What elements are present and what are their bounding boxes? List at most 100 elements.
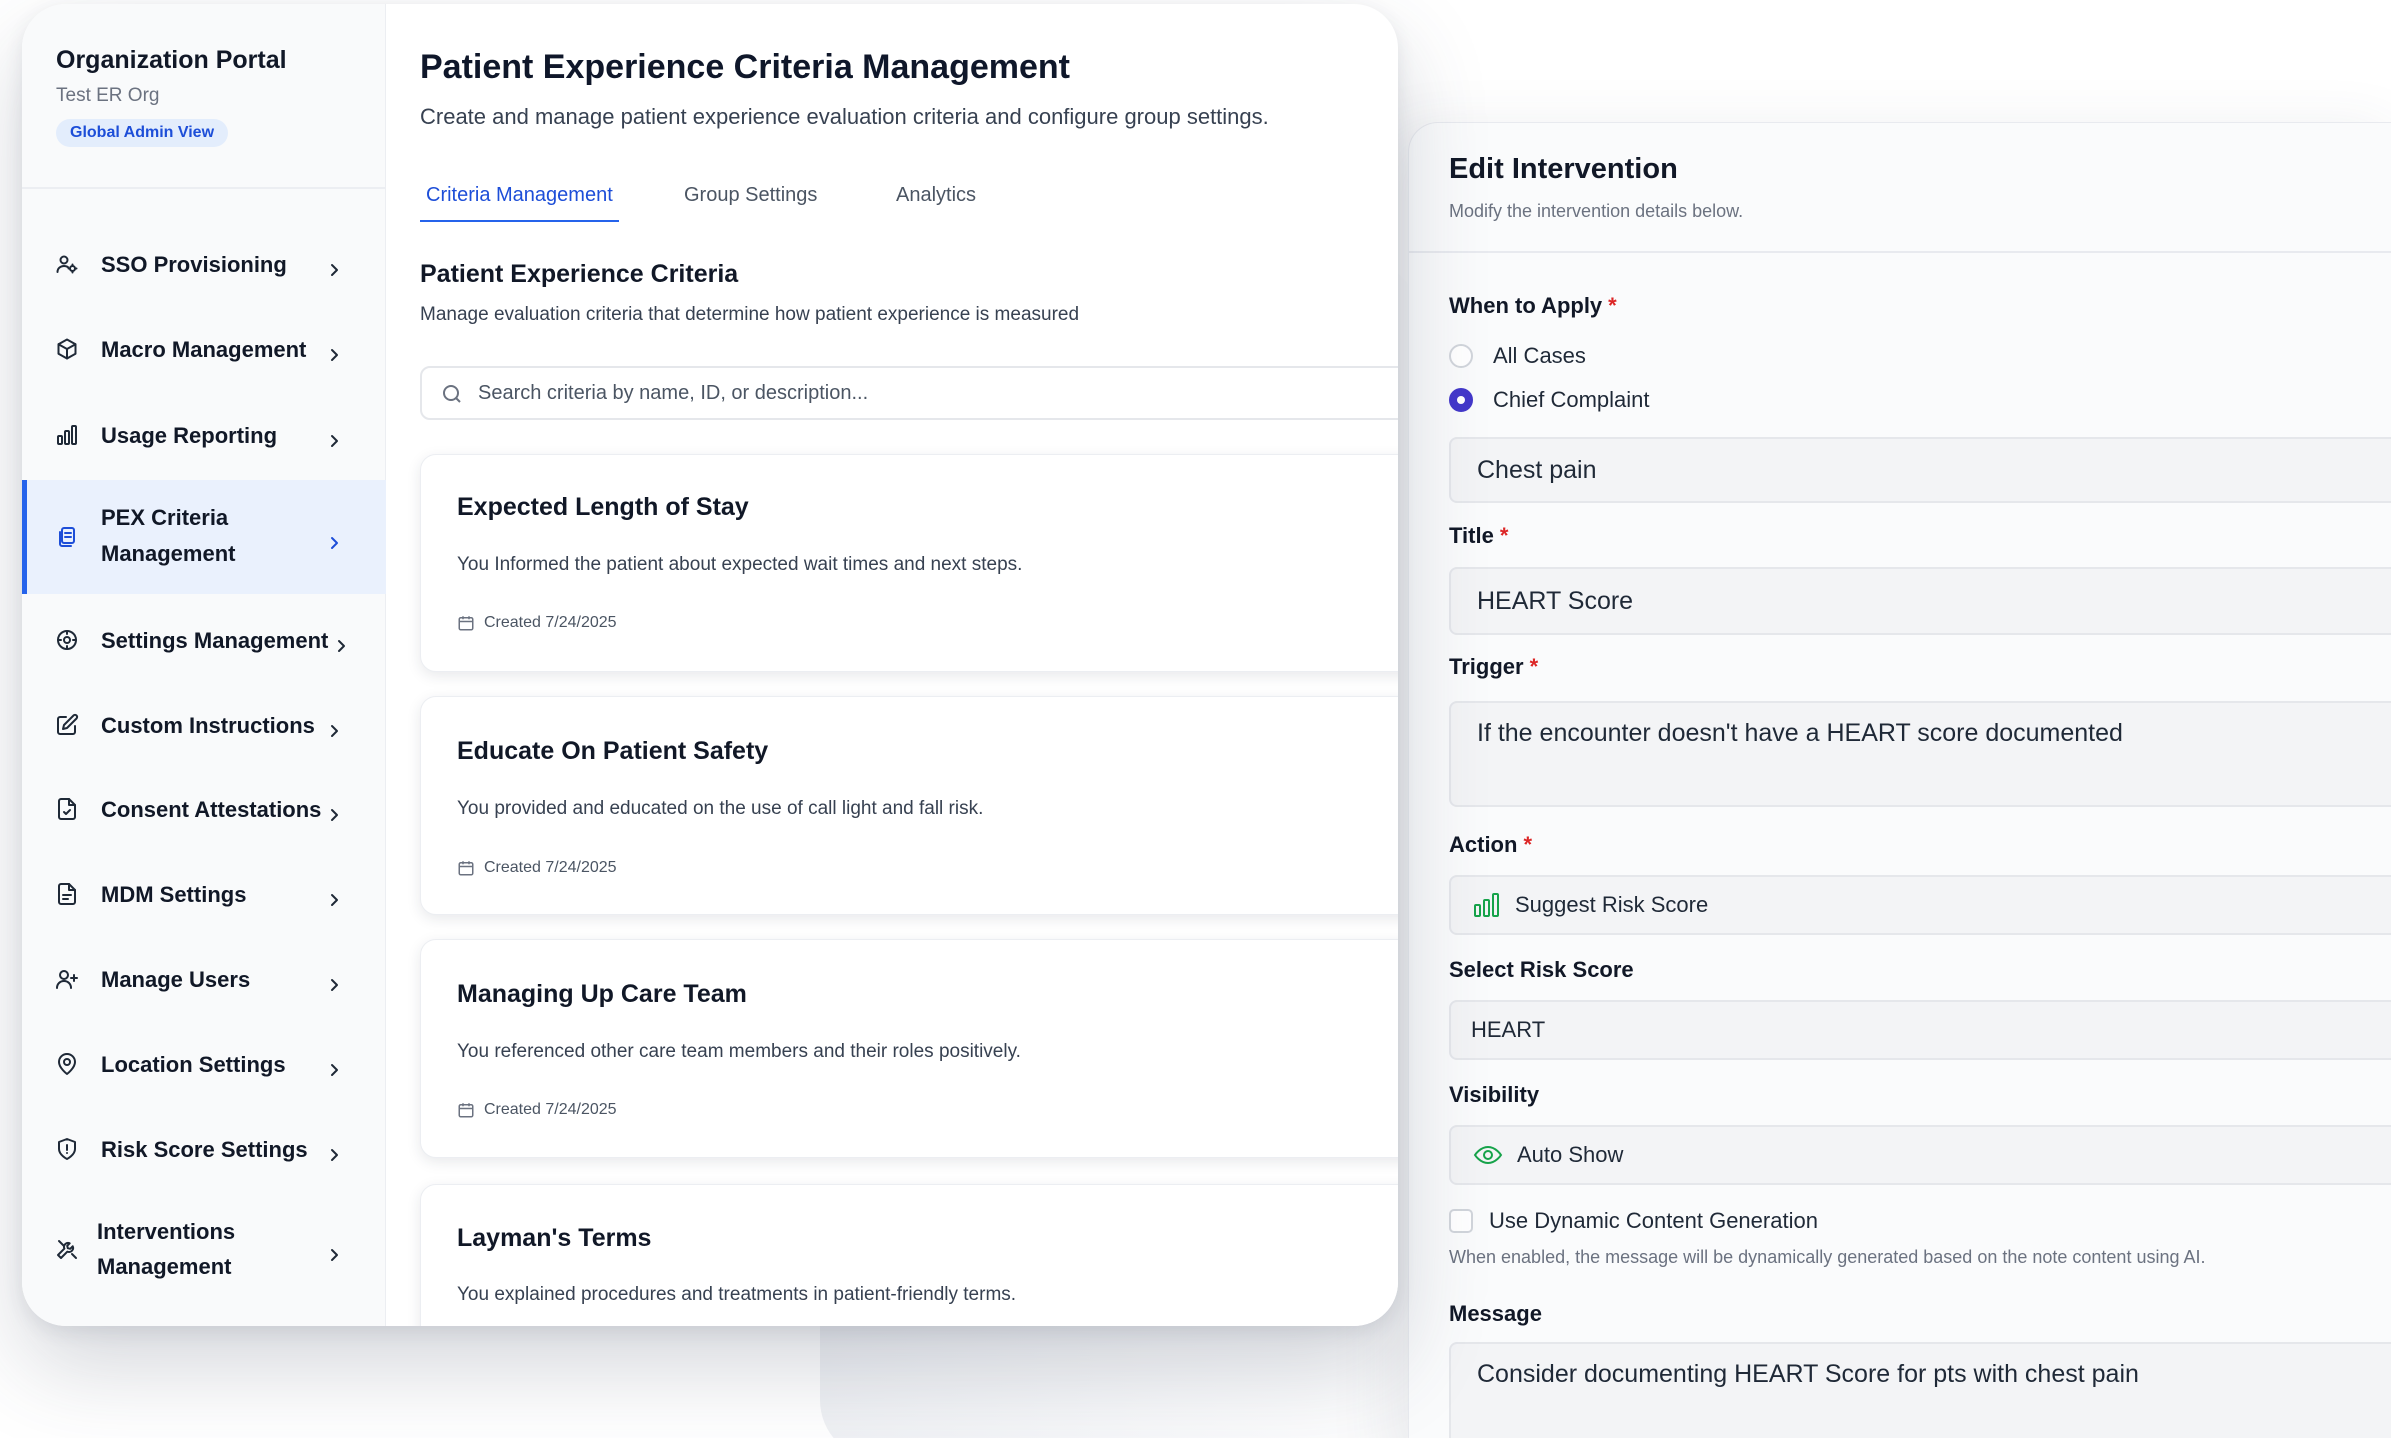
- sidebar-item-mdm-settings[interactable]: MDM Settings: [22, 871, 386, 917]
- calendar-icon: [458, 616, 474, 631]
- global-admin-badge: Global Admin View: [56, 119, 229, 147]
- portal-window: Organization Portal Test ER Org Global A…: [22, 4, 1398, 1326]
- criteria-title: Educate On Patient Safety: [457, 737, 769, 765]
- chief-complaint-input[interactable]: Chest pain: [1449, 437, 2391, 503]
- sidebar-item-usage-reporting[interactable]: Usage Reporting: [22, 412, 386, 458]
- section-subtitle: Manage evaluation criteria that determin…: [420, 304, 1080, 325]
- title-input[interactable]: HEART Score: [1449, 567, 2391, 635]
- criteria-title: Expected Length of Stay: [457, 493, 749, 521]
- sidebar-item-label: SSO Provisioning: [101, 251, 287, 277]
- file-check-icon: [54, 796, 80, 822]
- label-line-2: Management: [101, 541, 236, 566]
- sidebar-item-manage-users[interactable]: Manage Users: [22, 956, 386, 1002]
- chevron-right-icon: [327, 718, 341, 737]
- chevron-right-icon: [327, 428, 341, 447]
- sidebar-item-label: Manage Users: [101, 966, 251, 992]
- page-subtitle: Create and manage patient experience eva…: [420, 104, 1269, 129]
- trigger-textarea[interactable]: If the encounter doesn't have a HEART sc…: [1449, 701, 2391, 807]
- sidebar-item-pex-criteria-management[interactable]: PEX Criteria Management: [22, 480, 386, 594]
- sidebar-item-settings-management[interactable]: Settings Management: [22, 617, 386, 663]
- calendar-icon: [458, 861, 474, 876]
- gear-icon: [54, 627, 80, 653]
- sidebar-item-interventions-management[interactable]: Interventions Management: [22, 1204, 386, 1294]
- sidebar-item-label: Location Settings: [101, 1051, 286, 1077]
- criteria-created: Created 7/24/2025: [457, 1101, 617, 1119]
- criteria-card[interactable]: Managing Up Care Team You referenced oth…: [420, 939, 1398, 1158]
- required-marker: *: [1608, 293, 1617, 318]
- checkbox-label: Use Dynamic Content Generation: [1489, 1208, 1818, 1233]
- radio-label: Chief Complaint: [1493, 387, 1650, 412]
- sidebar-item-label: Custom Instructions: [101, 712, 315, 738]
- created-date: Created 7/24/2025: [484, 614, 617, 631]
- label-text: Action: [1449, 832, 1518, 857]
- sidebar-item-macro-management[interactable]: Macro Management: [22, 326, 386, 372]
- panel-title: Edit Intervention: [1449, 153, 1678, 185]
- panel-subtitle: Modify the intervention details below.: [1449, 201, 1744, 221]
- message-textarea[interactable]: Consider documenting HEART Score for pts…: [1449, 1342, 2391, 1438]
- action-select[interactable]: Suggest Risk Score: [1449, 875, 2391, 935]
- shield-icon: [54, 1136, 80, 1162]
- org-name: Organization Portal: [56, 46, 287, 74]
- search-icon: [440, 382, 464, 406]
- required-marker: *: [1499, 523, 1509, 548]
- calendar-icon: [458, 1103, 474, 1118]
- sidebar-item-label: MDM Settings: [101, 881, 247, 907]
- criteria-card[interactable]: Layman's Terms You explained procedures …: [420, 1184, 1398, 1326]
- criteria-title: Managing Up Care Team: [457, 980, 747, 1008]
- sidebar-item-label: Interventions Management: [97, 1214, 235, 1284]
- label-line-2: Management: [97, 1254, 232, 1279]
- message-label: Message: [1449, 1301, 1542, 1326]
- sidebar-item-custom-instructions[interactable]: Custom Instructions: [22, 702, 386, 748]
- criteria-card[interactable]: Expected Length of Stay You Informed the…: [420, 454, 1398, 672]
- tab-criteria-management[interactable]: Criteria Management: [420, 180, 619, 222]
- sidebar-item-location-settings[interactable]: Location Settings: [22, 1041, 386, 1087]
- sidebar-item-label: Usage Reporting: [101, 422, 278, 448]
- criteria-card[interactable]: Educate On Patient Safety You provided a…: [420, 696, 1398, 915]
- created-date: Created 7/24/2025: [484, 859, 617, 876]
- label-line-1: PEX Criteria: [101, 505, 229, 530]
- criteria-description: You provided and educated on the use of …: [457, 798, 984, 819]
- sidebar-item-sso-provisioning[interactable]: SSO Provisioning: [22, 241, 386, 287]
- users-cog-icon: [54, 251, 80, 277]
- label-text: Trigger: [1449, 654, 1524, 679]
- bar-chart-icon: [54, 422, 80, 448]
- tab-analytics[interactable]: Analytics: [890, 180, 982, 210]
- sidebar-item-risk-score-settings[interactable]: Risk Score Settings: [22, 1126, 386, 1172]
- chevron-right-icon: [327, 1242, 341, 1261]
- dynamic-content-checkbox[interactable]: Use Dynamic Content Generation: [1449, 1208, 1818, 1234]
- page-title: Patient Experience Criteria Management: [420, 48, 1071, 86]
- checkbox-box: [1449, 1209, 1473, 1233]
- sidebar-item-label: PEX Criteria Management: [101, 500, 235, 572]
- chevron-right-icon: [327, 972, 341, 991]
- label-line-1: Interventions: [97, 1219, 236, 1244]
- tab-group-settings[interactable]: Group Settings: [678, 180, 823, 210]
- radio-chief-complaint[interactable]: Chief Complaint: [1449, 387, 1650, 413]
- visibility-select[interactable]: Auto Show: [1449, 1125, 2391, 1185]
- label-text: When to Apply: [1449, 293, 1603, 318]
- radio-indicator: [1449, 344, 1473, 368]
- edit-intervention-panel: Edit Intervention Modify the interventio…: [1408, 122, 2391, 1438]
- edit-icon: [54, 712, 80, 738]
- criteria-search: [420, 366, 1398, 420]
- eye-icon: [1473, 1145, 1503, 1165]
- sidebar-item-label: Risk Score Settings: [101, 1136, 308, 1162]
- chevron-right-icon: [327, 530, 341, 549]
- criteria-description: You explained procedures and treatments …: [457, 1284, 1017, 1305]
- required-marker: *: [1523, 832, 1533, 857]
- tools-icon: [54, 1236, 80, 1262]
- radio-indicator: [1449, 388, 1473, 412]
- bar-chart-icon: [1474, 893, 1499, 917]
- map-pin-icon: [54, 1051, 80, 1077]
- user-plus-icon: [54, 966, 80, 992]
- title-label: Title *: [1449, 523, 1508, 549]
- search-input[interactable]: [478, 368, 1178, 418]
- criteria-description: You referenced other care team members a…: [457, 1041, 1021, 1062]
- label-text: Title: [1449, 523, 1494, 548]
- sidebar-item-label: Macro Management: [101, 336, 307, 362]
- files-icon: [54, 524, 80, 550]
- risk-score-label: Select Risk Score: [1449, 957, 1634, 982]
- risk-score-select[interactable]: HEART: [1449, 1000, 2391, 1060]
- radio-all-cases[interactable]: All Cases: [1449, 343, 1586, 369]
- chevron-right-icon: [334, 633, 348, 652]
- sidebar-item-consent-attestations[interactable]: Consent Attestations: [22, 786, 386, 832]
